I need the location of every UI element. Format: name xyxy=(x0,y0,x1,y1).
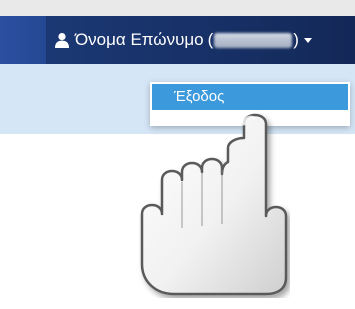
close-paren: ) xyxy=(293,30,299,49)
user-menu-toggle[interactable]: Όνομα Επώνυμο ( ) xyxy=(54,16,312,64)
masked-username xyxy=(214,32,293,48)
screen: Όνομα Επώνυμο ( ) Έξοδος xyxy=(0,0,355,309)
navbar: Όνομα Επώνυμο ( ) xyxy=(0,16,355,64)
navbar-left-zone xyxy=(0,16,46,64)
pointing-hand-icon xyxy=(140,113,288,296)
open-paren: ( xyxy=(207,30,214,49)
logout-menu-item[interactable]: Έξοδος xyxy=(152,84,348,110)
user-name: Όνομα Επώνυμο xyxy=(75,30,204,49)
top-strip xyxy=(0,0,355,16)
caret-down-icon xyxy=(303,37,312,43)
user-icon xyxy=(55,33,69,48)
